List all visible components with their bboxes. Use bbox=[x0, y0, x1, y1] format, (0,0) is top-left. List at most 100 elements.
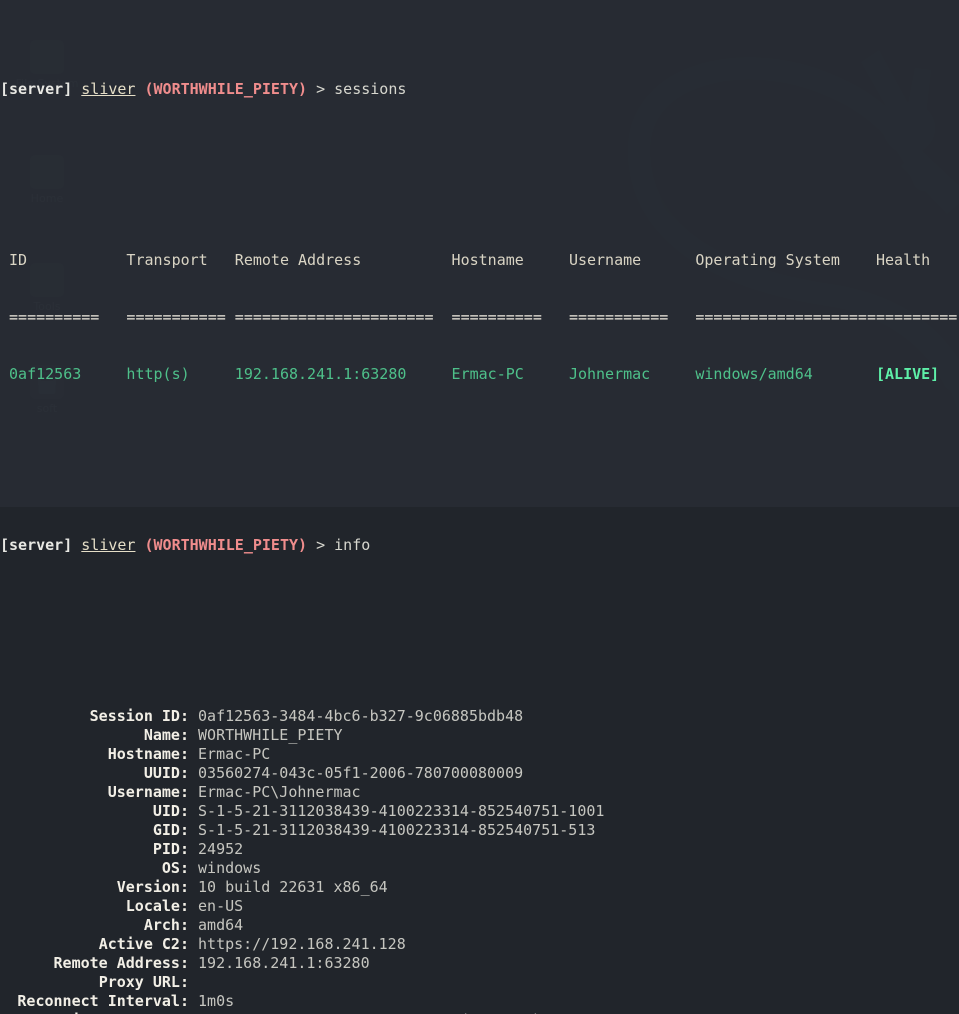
session-info-row: Arch: amd64 bbox=[0, 916, 959, 935]
session-info-label: Username: bbox=[107, 783, 189, 801]
table-separator-row: ========== =========== =================… bbox=[0, 308, 959, 327]
prompt-prefix: [server] bbox=[0, 80, 73, 98]
session-info-gap bbox=[189, 878, 198, 896]
session-info-value: 10 build 22631 x86_64 bbox=[198, 878, 388, 896]
prompt-arrow: > bbox=[316, 536, 326, 554]
session-info-value: 1m0s bbox=[198, 992, 235, 1010]
session-info-gap bbox=[189, 973, 198, 991]
prompt-space-3 bbox=[307, 80, 316, 98]
session-info-value: amd64 bbox=[198, 916, 244, 934]
session-info-row: Reconnect Interval: 1m0s bbox=[0, 992, 959, 1011]
session-info-value: Tue Apr 9 12:56:47 EDT 2024 (30s ago) bbox=[198, 1011, 541, 1014]
session-info-label: UID: bbox=[152, 802, 189, 820]
session-info-row: PID: 24952 bbox=[0, 840, 959, 859]
table-row-main: 0af12563 http(s) 192.168.241.1:63280 Erm… bbox=[0, 365, 876, 383]
session-info-row: GID: S-1-5-21-3112038439-4100223314-8525… bbox=[0, 821, 959, 840]
session-info-gap bbox=[189, 764, 198, 782]
session-info-value: 0af12563-3484-4bc6-b327-9c06885bdb48 bbox=[198, 707, 524, 725]
table-header-row: ID Transport Remote Address Hostname Use… bbox=[0, 251, 959, 270]
prompt-space-8 bbox=[325, 536, 334, 554]
table-header-line: ID Transport Remote Address Hostname Use… bbox=[0, 251, 931, 269]
prompt-line-info: [server] sliver (WORTHWHILE_PIETY) > inf… bbox=[0, 536, 959, 555]
session-info-row: Active C2: https://192.168.241.128 bbox=[0, 935, 959, 954]
session-info-label: Reconnect Interval: bbox=[17, 992, 189, 1010]
session-info-row: Username: Ermac-PC\Johnermac bbox=[0, 783, 959, 802]
table-separator-line: ========== =========== =================… bbox=[0, 308, 958, 326]
session-info-gap bbox=[189, 745, 198, 763]
session-info-gap bbox=[189, 726, 198, 744]
session-info-gap bbox=[189, 859, 198, 877]
session-info-value: 192.168.241.1:63280 bbox=[198, 954, 370, 972]
table-row[interactable]: 0af12563 http(s) 192.168.241.1:63280 Erm… bbox=[0, 365, 959, 384]
session-info-label: Name: bbox=[143, 726, 189, 744]
terminal-window[interactable]: [server] sliver (WORTHWHILE_PIETY) > ses… bbox=[0, 0, 959, 1014]
terminal-screen[interactable]: [server] sliver (WORTHWHILE_PIETY) > ses… bbox=[0, 0, 959, 1014]
session-info-gap bbox=[189, 954, 198, 972]
session-info-row: UUID: 03560274-043c-05f1-2006-7807000800… bbox=[0, 764, 959, 783]
prompt-line-sessions: [server] sliver (WORTHWHILE_PIETY) > ses… bbox=[0, 80, 959, 99]
prompt-app-name: sliver bbox=[81, 80, 136, 98]
session-info-value: 03560274-043c-05f1-2006-780700080009 bbox=[198, 764, 524, 782]
session-info-row: Name: WORTHWHILE_PIETY bbox=[0, 726, 959, 745]
session-info-gap bbox=[189, 802, 198, 820]
session-info-value: Ermac-PC bbox=[198, 745, 271, 763]
session-info-row: Locale: en-US bbox=[0, 897, 959, 916]
session-info-gap bbox=[189, 935, 198, 953]
session-info-gap bbox=[189, 897, 198, 915]
command-sessions: sessions bbox=[334, 80, 407, 98]
session-info-label: First Contact: bbox=[0, 1011, 189, 1014]
session-info-row: Remote Address: 192.168.241.1:63280 bbox=[0, 954, 959, 973]
session-info-value: en-US bbox=[198, 897, 244, 915]
session-info-row: Hostname: Ermac-PC bbox=[0, 745, 959, 764]
status-badge-alive: [ALIVE] bbox=[875, 365, 940, 383]
prompt-app-name: sliver bbox=[81, 536, 136, 554]
session-info-value: S-1-5-21-3112038439-4100223314-852540751… bbox=[198, 821, 596, 839]
session-info-gap bbox=[189, 821, 198, 839]
session-info-gap bbox=[189, 840, 198, 858]
session-info-value: Ermac-PC\Johnermac bbox=[198, 783, 361, 801]
session-info-label: Proxy URL: bbox=[98, 973, 189, 991]
session-info-label: PID: bbox=[152, 840, 189, 858]
command-info: info bbox=[334, 536, 371, 554]
session-info-label: Locale: bbox=[125, 897, 189, 915]
prompt-space-1 bbox=[72, 80, 81, 98]
session-info-label: Version: bbox=[116, 878, 189, 896]
session-info-label: Remote Address: bbox=[53, 954, 189, 972]
session-info-label: Active C2: bbox=[98, 935, 189, 953]
session-info-row: Version: 10 build 22631 x86_64 bbox=[0, 878, 959, 897]
prompt-space-2 bbox=[135, 80, 144, 98]
session-info-row: First Contact: Tue Apr 9 12:56:47 EDT 20… bbox=[0, 1011, 959, 1014]
prompt-space-7 bbox=[307, 536, 316, 554]
prompt-space-6 bbox=[135, 536, 144, 554]
session-info-gap bbox=[189, 707, 198, 725]
session-info-label: Session ID: bbox=[89, 707, 189, 725]
session-info-block: Session ID: 0af12563-3484-4bc6-b327-9c06… bbox=[0, 707, 959, 1014]
session-info-row: Proxy URL: bbox=[0, 973, 959, 992]
session-info-value: windows bbox=[198, 859, 262, 877]
session-info-gap bbox=[189, 783, 198, 801]
prompt-space-5 bbox=[72, 536, 81, 554]
session-info-gap bbox=[189, 992, 198, 1010]
session-info-row: UID: S-1-5-21-3112038439-4100223314-8525… bbox=[0, 802, 959, 821]
session-info-label: Hostname: bbox=[107, 745, 189, 763]
prompt-space-4 bbox=[325, 80, 334, 98]
session-info-row: OS: windows bbox=[0, 859, 959, 878]
prompt-arrow: > bbox=[316, 80, 326, 98]
session-info-value: S-1-5-21-3112038439-4100223314-852540751… bbox=[198, 802, 605, 820]
session-info-value: 24952 bbox=[198, 840, 244, 858]
session-info-label: GID: bbox=[152, 821, 189, 839]
prompt-session-name: (WORTHWHILE_PIETY) bbox=[144, 80, 308, 98]
session-info-label: OS: bbox=[161, 859, 189, 877]
session-info-value: https://192.168.241.128 bbox=[198, 935, 406, 953]
session-info-label: Arch: bbox=[143, 916, 189, 934]
prompt-session-name: (WORTHWHILE_PIETY) bbox=[144, 536, 308, 554]
session-info-row: Session ID: 0af12563-3484-4bc6-b327-9c06… bbox=[0, 707, 959, 726]
session-info-label: UUID: bbox=[143, 764, 189, 782]
session-info-gap bbox=[189, 1011, 198, 1014]
session-info-gap bbox=[189, 916, 198, 934]
session-info-value: WORTHWHILE_PIETY bbox=[198, 726, 343, 744]
prompt-prefix: [server] bbox=[0, 536, 73, 554]
